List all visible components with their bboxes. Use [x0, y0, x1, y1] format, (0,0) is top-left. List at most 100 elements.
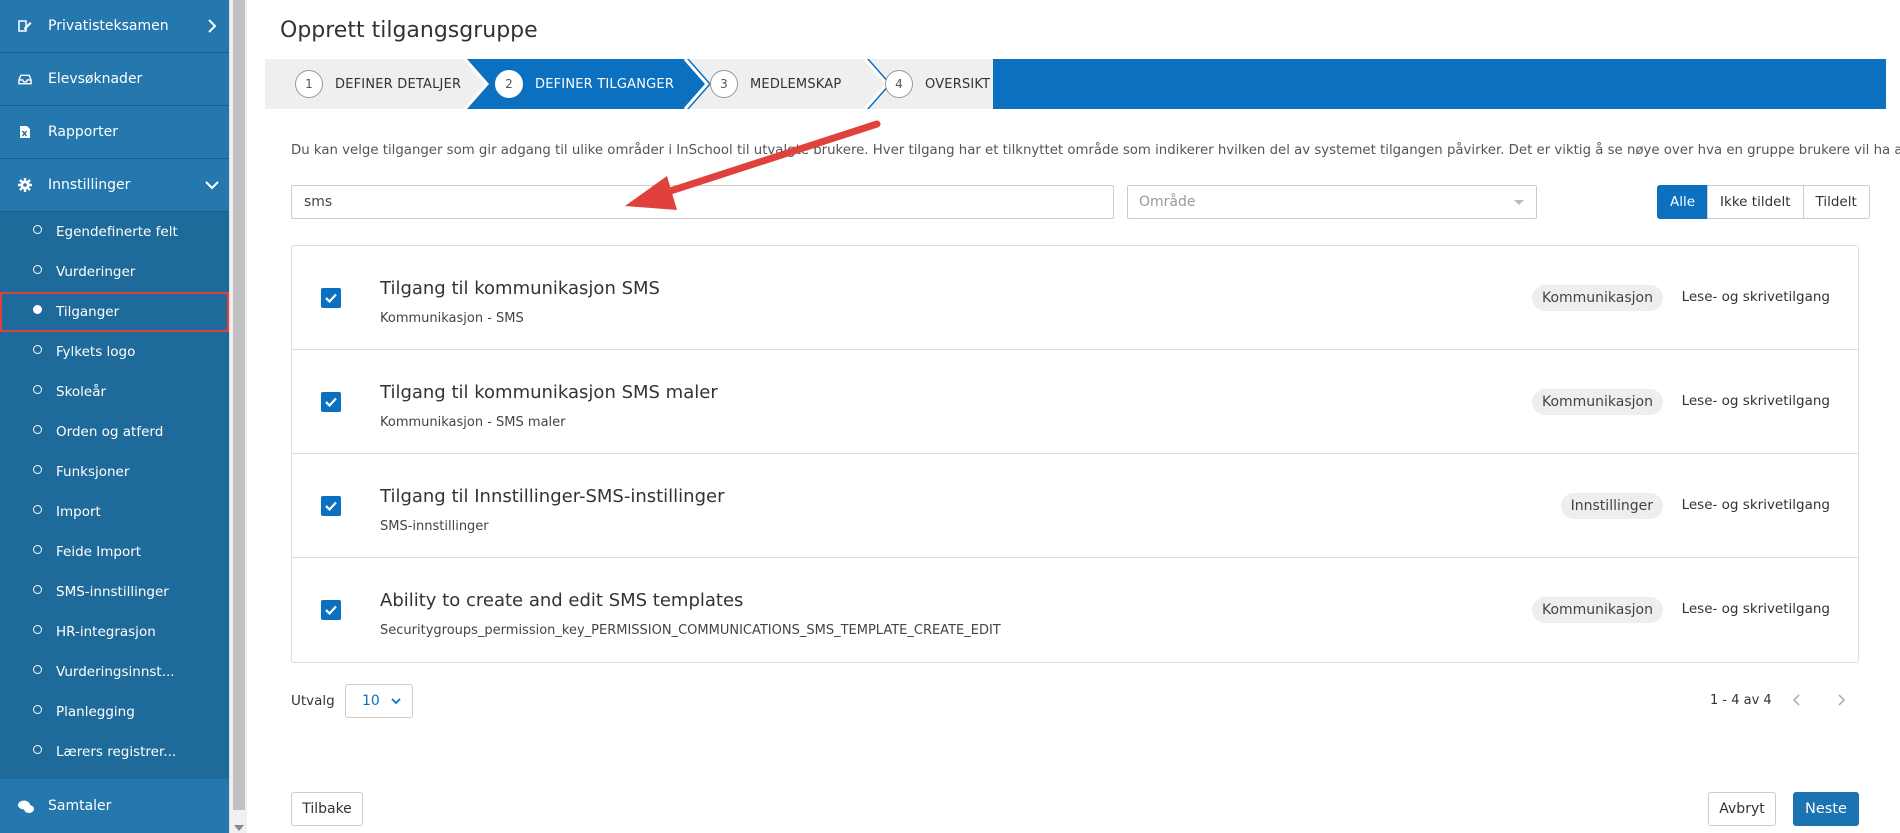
sidebar-item-label: Import [56, 504, 101, 520]
circle-icon [33, 265, 42, 274]
step-label: OVERSIKT [925, 76, 991, 92]
area-badge: Kommunikasjon [1531, 389, 1663, 415]
list-item[interactable]: Tilgang til kommunikasjon SMS maler Komm… [292, 350, 1858, 454]
cancel-button[interactable]: Avbryt [1708, 792, 1776, 826]
circle-icon [33, 625, 42, 634]
previous-page-button[interactable] [1787, 690, 1807, 710]
sidebar-item-planlegging[interactable]: Planlegging [0, 692, 229, 732]
filter-assigned-button[interactable]: Tildelt [1802, 185, 1870, 219]
sidebar-item-fylkets-logo[interactable]: Fylkets logo [0, 332, 229, 372]
access-level: Lese- og skrivetilgang [1681, 393, 1830, 409]
list-item[interactable]: Ability to create and edit SMS templates… [292, 558, 1858, 662]
sidebar-item-hr-integrasjon[interactable]: HR-integrasjon [0, 612, 229, 652]
nav-item-rapporter[interactable]: Rapporter [0, 106, 229, 159]
chevron-left-icon [1792, 694, 1800, 706]
sidebar-item-label: SMS-innstillinger [56, 584, 169, 600]
step-define-permissions[interactable]: 2 DEFINER TILGANGER [495, 59, 674, 109]
step-label: MEDLEMSKAP [750, 76, 842, 92]
nav-item-samtaler[interactable]: Samtaler [0, 779, 229, 833]
step-overview[interactable]: 4 OVERSIKT [885, 59, 990, 109]
chevron-right-icon [1838, 694, 1846, 706]
checkmark-icon [325, 501, 337, 511]
nav-item-label: Samtaler [48, 798, 112, 814]
permission-title: Tilgang til kommunikasjon SMS [380, 278, 660, 299]
permission-checkbox[interactable] [321, 496, 341, 516]
sidebar-item-orden-og-atferd[interactable]: Orden og atferd [0, 412, 229, 452]
wizard-stepper: 1 DEFINER DETALJER 2 DEFINER TILGANGER 3… [265, 59, 1886, 109]
circle-icon [33, 665, 42, 674]
nav-item-label: Innstillinger [48, 177, 131, 193]
filter-all-button[interactable]: Alle [1657, 185, 1709, 219]
chevron-down-icon [195, 180, 229, 190]
sidebar-item-funksjoner[interactable]: Funksjoner [0, 452, 229, 492]
step-membership[interactable]: 3 MEDLEMSKAP [710, 59, 841, 109]
sidebar-item-label: Feide Import [56, 544, 142, 560]
step-number: 2 [495, 70, 523, 98]
circle-icon [33, 225, 42, 234]
sidebar-item-tilganger[interactable]: Tilganger [0, 292, 229, 332]
sidebar-scrollbar[interactable] [229, 0, 247, 833]
step-define-details[interactable]: 1 DEFINER DETALJER [295, 59, 461, 109]
permission-checkbox[interactable] [321, 288, 341, 308]
area-badge: Kommunikasjon [1531, 285, 1663, 311]
step-number: 4 [885, 70, 913, 98]
sidebar-item-label: Vurderingsinnst... [56, 664, 175, 680]
step-number: 3 [710, 70, 738, 98]
circle-icon [33, 545, 42, 554]
nav-item-elevsoknader[interactable]: Elevsøknader [0, 53, 229, 106]
intro-text: Du kan velge tilganger som gir adgang ti… [291, 143, 1900, 158]
circle-filled-icon [33, 305, 42, 314]
scrollbar-thumb[interactable] [233, 0, 245, 810]
chat-bubbles-icon [18, 799, 34, 813]
chevron-down-icon [391, 698, 401, 705]
list-item[interactable]: Tilgang til kommunikasjon SMS Kommunikas… [292, 246, 1858, 350]
permission-title: Tilgang til Innstillinger-SMS-instilling… [380, 486, 725, 507]
circle-icon [33, 505, 42, 514]
page-size-select[interactable]: 10 [345, 684, 413, 718]
sidebar-item-sms-innstillinger[interactable]: SMS-innstillinger [0, 572, 229, 612]
chevron-right-icon [195, 19, 229, 33]
sidebar-item-feide-import[interactable]: Feide Import [0, 532, 229, 572]
sidebar-item-import[interactable]: Import [0, 492, 229, 532]
permission-title: Ability to create and edit SMS templates [380, 590, 744, 611]
nav-item-label: Rapporter [48, 124, 118, 140]
scroll-down-arrow-icon[interactable] [234, 825, 244, 831]
access-level: Lese- og skrivetilgang [1681, 497, 1830, 513]
nav-item-label: Elevsøknader [48, 71, 143, 87]
sidebar-item-skolear[interactable]: Skoleår [0, 372, 229, 412]
step-label: DEFINER DETALJER [335, 76, 462, 92]
nav-item-privatisteksamen[interactable]: Privatisteksamen [0, 0, 229, 53]
gear-icon [18, 178, 32, 192]
sidebar: Privatisteksamen Elevsøknader Rapporter … [0, 0, 229, 833]
next-page-button[interactable] [1831, 690, 1851, 710]
list-item[interactable]: Tilgang til Innstillinger-SMS-instilling… [292, 454, 1858, 558]
main-content: Opprett tilgangsgruppe 1 DEFINER DETALJE… [265, 0, 1900, 833]
excel-file-icon [18, 125, 32, 139]
sidebar-item-egendefinerte-felt[interactable]: Egendefinerte felt [0, 212, 229, 252]
sidebar-item-label: Lærers registrer... [56, 744, 177, 760]
circle-icon [33, 705, 42, 714]
sidebar-item-vurderinger[interactable]: Vurderinger [0, 252, 229, 292]
page-title: Opprett tilgangsgruppe [280, 18, 538, 43]
area-select[interactable]: Område [1127, 185, 1537, 219]
next-button[interactable]: Neste [1793, 792, 1859, 826]
sidebar-item-label: Egendefinerte felt [56, 224, 178, 240]
sidebar-item-label: Tilganger [56, 304, 120, 320]
step-number: 1 [295, 70, 323, 98]
sidebar-item-laerers-registrering[interactable]: Lærers registrer... [0, 732, 229, 772]
sidebar-item-vurderingsinnstillinger[interactable]: Vurderingsinnst... [0, 652, 229, 692]
sidebar-item-label: Fylkets logo [56, 344, 136, 360]
page-size-value: 10 [362, 693, 380, 709]
nav-item-innstillinger[interactable]: Innstillinger [0, 159, 229, 212]
permission-subtitle: Securitygroups_permission_key_PERMISSION… [380, 623, 1001, 638]
permission-checkbox[interactable] [321, 392, 341, 412]
back-button[interactable]: Tilbake [291, 792, 363, 826]
checkmark-icon [325, 605, 337, 615]
access-level: Lese- og skrivetilgang [1681, 601, 1830, 617]
pagination-info: 1 - 4 av 4 [1710, 693, 1772, 708]
nav-item-label: Privatisteksamen [48, 18, 169, 34]
filter-unassigned-button[interactable]: Ikke tildelt [1707, 185, 1804, 219]
sidebar-item-label: Vurderinger [56, 264, 136, 280]
page-size-label: Utvalg [291, 693, 335, 709]
permission-checkbox[interactable] [321, 600, 341, 620]
